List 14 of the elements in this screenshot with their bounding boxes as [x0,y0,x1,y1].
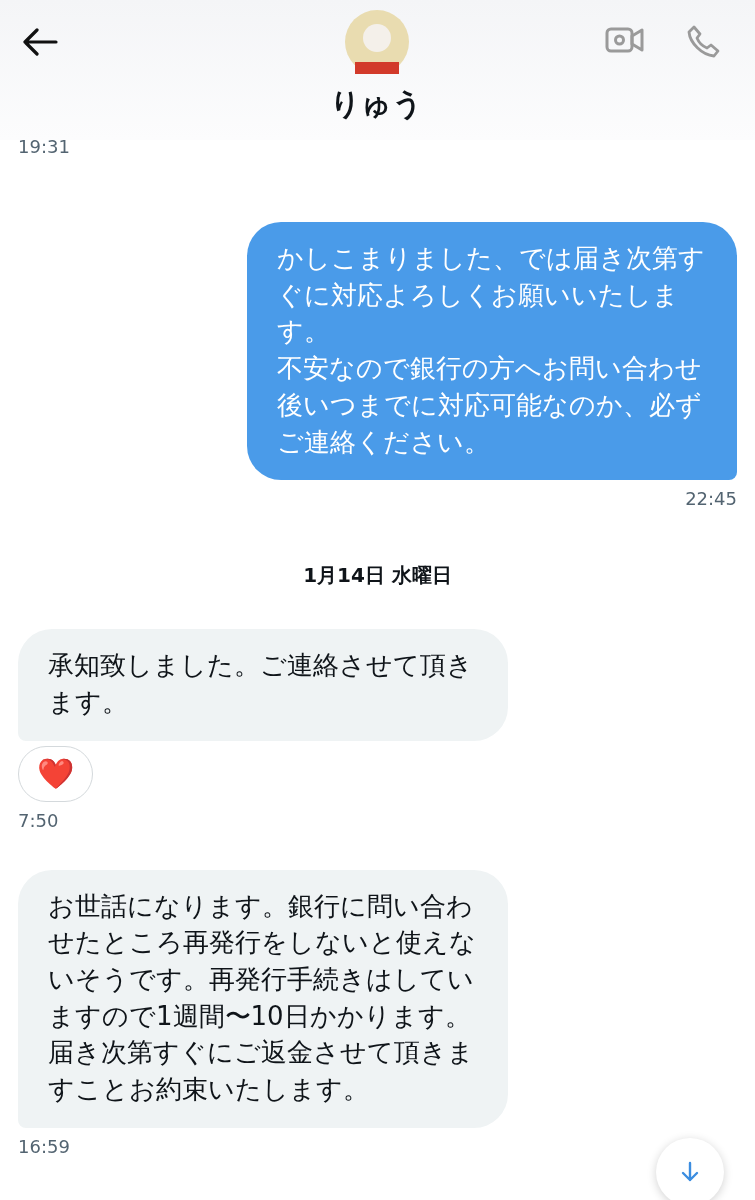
contact-name: りゅう [330,86,423,122]
timestamp: 19:31 [18,136,70,158]
message-text: 不安なので銀行の方へお問い合わせ後いつまでに対応可能なのか、必ずご連絡ください。 [277,352,703,459]
back-arrow-icon[interactable] [22,28,58,56]
reaction-badge[interactable]: ❤ [18,745,93,802]
avatar[interactable] [344,10,409,74]
message-text: お世話になります。銀行に問い合わせたところ再発行をしないと使えないそうです。再発行手続きはしていますので1週間〜10日かかります。届き次第すぐにご返金させて頂きますことお約束いたします。 [48,889,477,1107]
message-text: かしこまりました、では届き次第すぐに対応よろしくお願いいたします。 [277,242,706,349]
timestamp: 16:59 [18,1135,70,1158]
message-text: 承知致しました。ご連絡させて頂きます。 [48,649,474,719]
timestamp: 7:50 [18,809,59,832]
timestamp: 22:45 [685,488,737,511]
date-separator: 1月14日 水曜日 [303,562,452,590]
phone-icon[interactable] [685,24,721,60]
